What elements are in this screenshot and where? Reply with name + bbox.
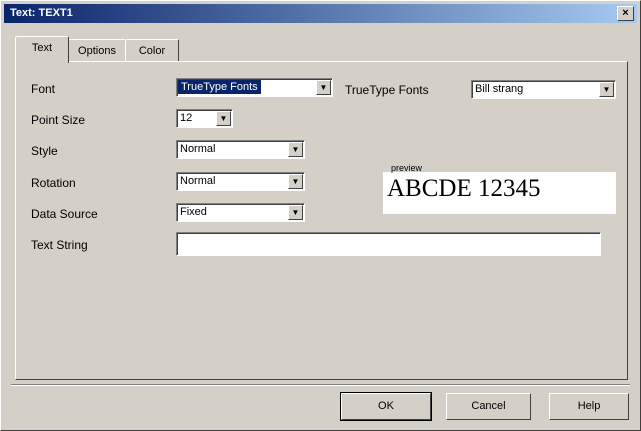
tab-options[interactable]: Options xyxy=(68,39,126,62)
font-label: Font xyxy=(31,82,56,96)
rotation-label: Rotation xyxy=(31,176,76,190)
text-string-label: Text String xyxy=(31,238,88,252)
font-preview: preview ABCDE 12345 xyxy=(383,163,616,214)
tab-text[interactable]: Text xyxy=(15,36,69,63)
chevron-down-icon[interactable]: ▼ xyxy=(288,174,303,189)
dialog-window: Text: TEXT1 × Text Options Color Font Tr… xyxy=(0,0,641,431)
point-size-select[interactable]: 12 ▼ xyxy=(176,109,233,128)
point-size-label: Point Size xyxy=(31,113,86,127)
close-icon: × xyxy=(622,7,629,19)
style-value: Normal xyxy=(180,143,216,155)
tab-label: Options xyxy=(78,45,116,57)
style-select[interactable]: Normal ▼ xyxy=(176,140,305,159)
data-source-select[interactable]: Fixed ▼ xyxy=(176,203,305,222)
rotation-value: Normal xyxy=(180,175,216,187)
preview-sample-text: ABCDE 12345 xyxy=(387,175,541,202)
truetype-font-value: Bill strang xyxy=(475,83,524,95)
font-select[interactable]: TrueType Fonts ▼ xyxy=(176,78,333,97)
cancel-button-label: Cancel xyxy=(471,400,506,412)
data-source-value: Fixed xyxy=(180,206,207,218)
button-separator xyxy=(11,384,630,386)
close-button[interactable]: × xyxy=(617,6,634,21)
help-button[interactable]: Help xyxy=(549,393,629,420)
window-title: Text: TEXT1 xyxy=(10,7,73,19)
chevron-down-icon[interactable]: ▼ xyxy=(216,111,231,126)
help-button-label: Help xyxy=(577,400,601,412)
cancel-button[interactable]: Cancel xyxy=(446,393,531,420)
truetype-fonts-label: TrueType Fonts xyxy=(345,83,429,97)
chevron-down-icon[interactable]: ▼ xyxy=(288,205,303,220)
tab-label: Text xyxy=(31,42,53,54)
tab-color[interactable]: Color xyxy=(125,39,179,62)
chevron-down-icon[interactable]: ▼ xyxy=(316,80,331,95)
tab-panel-text xyxy=(15,61,628,380)
data-source-label: Data Source xyxy=(31,207,98,221)
truetype-font-select[interactable]: Bill strang ▼ xyxy=(471,80,616,99)
point-size-value: 12 xyxy=(180,112,193,124)
ok-button[interactable]: OK xyxy=(340,392,432,421)
ok-button-label: OK xyxy=(378,400,394,412)
text-string-input[interactable] xyxy=(176,232,601,256)
rotation-select[interactable]: Normal ▼ xyxy=(176,172,305,191)
tab-label: Color xyxy=(138,45,166,57)
chevron-down-icon[interactable]: ▼ xyxy=(288,142,303,157)
font-value: TrueType Fonts xyxy=(178,80,261,94)
style-label: Style xyxy=(31,144,58,158)
title-bar[interactable]: Text: TEXT1 × xyxy=(4,4,637,23)
chevron-down-icon[interactable]: ▼ xyxy=(599,82,614,97)
preview-caption: preview xyxy=(391,163,423,173)
